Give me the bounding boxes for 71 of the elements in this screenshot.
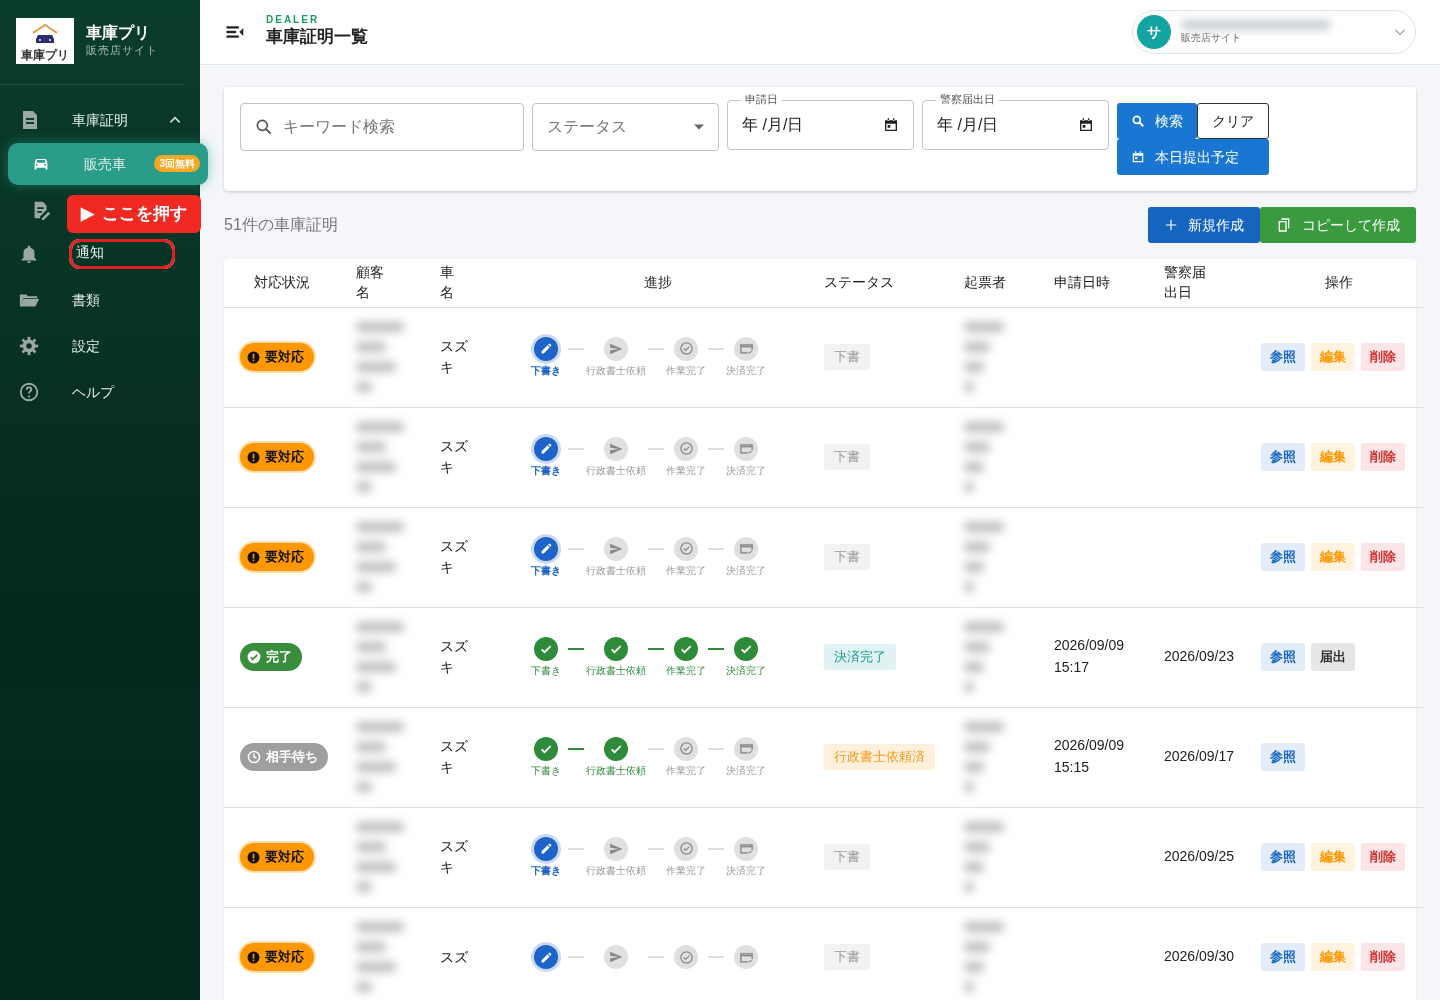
column-header: 申請日時 — [1054, 273, 1110, 290]
status-tag: 決済完了 — [824, 644, 896, 670]
step-label: 行政書士依頼 — [586, 563, 646, 578]
status-tag: 下書 — [824, 844, 870, 870]
step-label: 下書き — [531, 363, 561, 378]
column-header: 対応状況 — [254, 273, 310, 290]
status-tag: 行政書士依頼済 — [824, 744, 935, 770]
column-header: 操作 — [1324, 273, 1353, 290]
car-name: スズキ — [440, 537, 469, 577]
response-status: 完了 — [240, 643, 302, 671]
step-label: 作業完了 — [666, 463, 706, 478]
callout-text: ここを押す — [102, 203, 187, 225]
response-status: 要対応 — [240, 343, 314, 371]
step-label: 行政書士依頼 — [586, 763, 646, 778]
step-label: 下書き — [531, 463, 561, 478]
police-date: 2026/09/30 — [1164, 948, 1235, 965]
page-title: 車庫証明一覧 — [266, 26, 368, 49]
response-status: 相手待ち — [240, 743, 328, 771]
step-label: 決済完了 — [726, 863, 766, 878]
step-label: 決済完了 — [726, 363, 766, 378]
response-status: 要対応 — [240, 543, 314, 571]
response-status: 要対応 — [240, 943, 314, 971]
column-header: 進捗 — [644, 273, 672, 290]
step-label: 行政書士依頼 — [586, 663, 646, 678]
play-icon: ▶ — [81, 201, 94, 227]
police-date: 2026/09/25 — [1164, 848, 1235, 865]
step-label: 決済完了 — [726, 563, 766, 578]
status-tag: 下書 — [824, 444, 870, 470]
step-label: 作業完了 — [666, 663, 706, 678]
car-name: スズキ — [440, 437, 469, 477]
car-name: スズキ — [440, 337, 469, 377]
status-tag: 下書 — [824, 944, 870, 970]
column-header: 起票者 — [964, 273, 1006, 290]
status-tag: 下書 — [824, 344, 870, 370]
step-label: 下書き — [531, 763, 561, 778]
applied-datetime: 2026/09/09 15:17 — [1054, 636, 1126, 677]
logo-text: 車庫プリ — [21, 49, 69, 64]
step-label: 下書き — [531, 863, 561, 878]
step-label: 作業完了 — [666, 863, 706, 878]
step-label: 作業完了 — [666, 763, 706, 778]
step-label: 下書き — [531, 663, 561, 678]
column-header: 警察届出日 — [1164, 263, 1207, 302]
step-label: 決済完了 — [726, 763, 766, 778]
status-tag: 下書 — [824, 544, 870, 570]
step-label: 決済完了 — [726, 463, 766, 478]
step-label: 行政書士依頼 — [586, 863, 646, 878]
response-status: 要対応 — [240, 443, 314, 471]
step-label: 行政書士依頼 — [586, 463, 646, 478]
column-header: 車名 — [440, 263, 455, 302]
app-name: 車庫プリ — [86, 23, 151, 43]
car-name: スズキ — [440, 737, 469, 777]
car-name: スズキ — [440, 837, 469, 877]
step-label: 作業完了 — [666, 363, 706, 378]
badge-label: 3回無料 — [154, 155, 200, 172]
response-status: 要対応 — [240, 843, 314, 871]
car-name: スズ — [440, 947, 469, 967]
step-label: 行政書士依頼 — [586, 363, 646, 378]
step-label: 下書き — [531, 563, 561, 578]
step-label: 決済完了 — [726, 663, 766, 678]
record-count: 51件の車庫証明 — [224, 215, 338, 235]
police-date: 2026/09/23 — [1164, 648, 1235, 665]
column-header: ステータス — [824, 273, 894, 290]
user-role: 販売店サイト — [1181, 30, 1242, 45]
avatar: サ — [1137, 15, 1171, 49]
column-header: 顧客名 — [356, 263, 385, 302]
car-name: スズキ — [440, 637, 469, 677]
police-date: 2026/09/17 — [1164, 748, 1235, 765]
step-label: 作業完了 — [666, 563, 706, 578]
section-label: DEALER — [266, 15, 321, 26]
applied-datetime: 2026/09/09 15:15 — [1054, 736, 1126, 777]
app-subtitle: 販売店サイト — [86, 43, 158, 59]
